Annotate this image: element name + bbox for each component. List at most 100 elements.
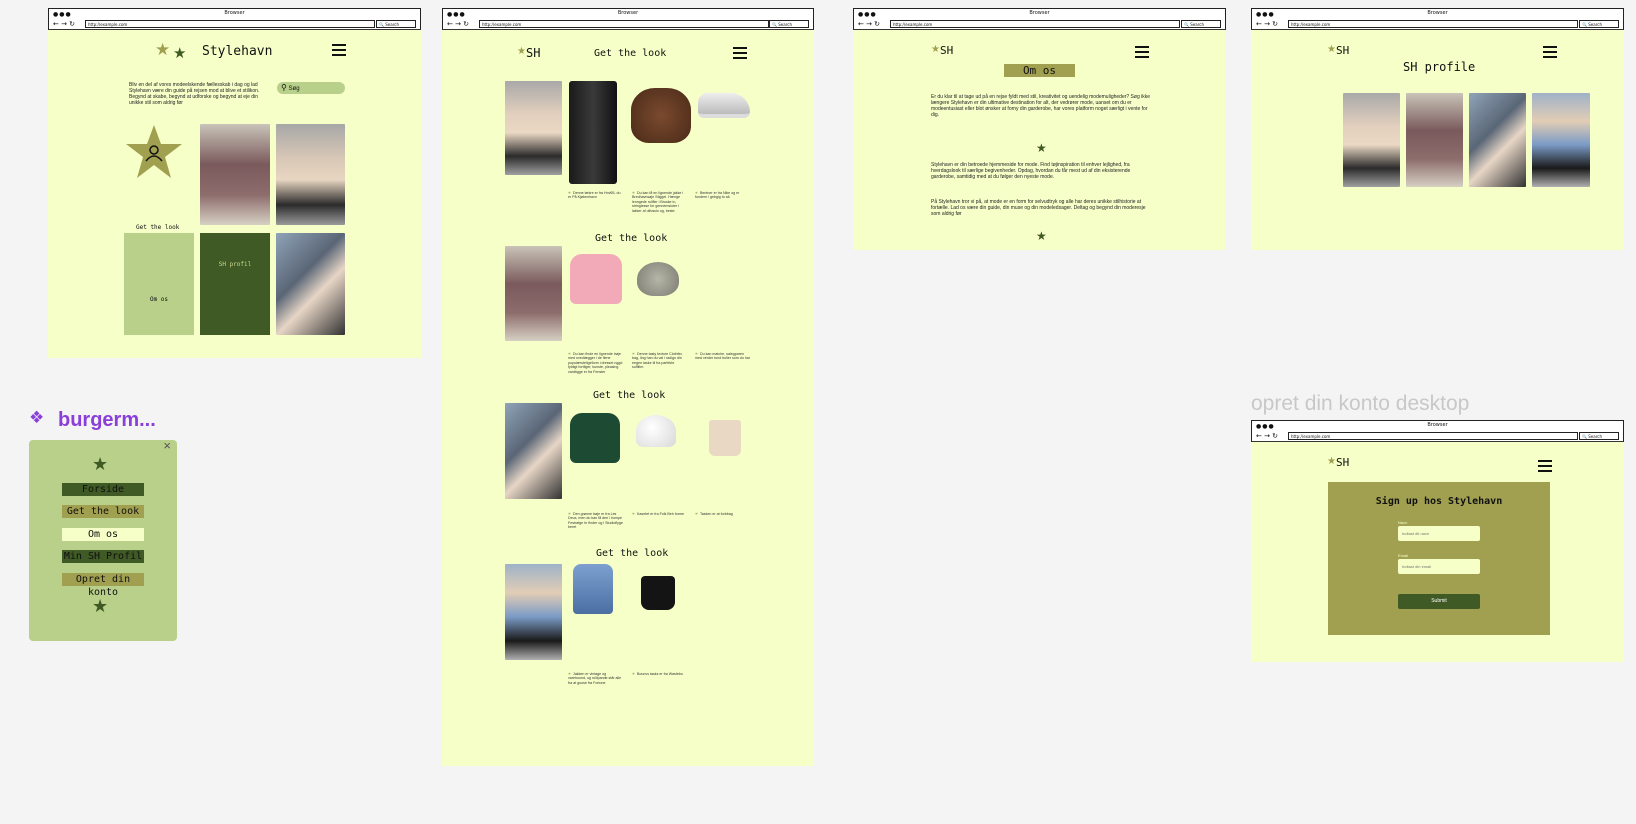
green-sweater-image[interactable] [570,413,620,463]
caption-text: Du kan matche, salegparen med verder ton… [695,352,750,361]
grey-bag-image[interactable] [637,262,679,296]
browser-chrome: ●●● Browser ← → ↻ http://example.com 🔍 S… [1251,420,1624,442]
browser-nav-icons[interactable]: ← → ↻ [1256,20,1278,28]
black-bag-image[interactable] [641,576,675,610]
profile-photo[interactable] [1469,93,1526,187]
look-photo[interactable] [505,81,562,175]
signup-card: Sign up hos Stylehavn Navn Email Submit [1328,482,1550,635]
browser-search[interactable]: 🔍 Search [1579,432,1619,440]
tile-om-os[interactable]: Om os [124,233,194,335]
browser-title: Browser [1427,10,1448,16]
url-bar[interactable]: http://example.com [890,20,1180,28]
look-photo[interactable] [505,564,562,660]
browser-search-label: Search [1190,22,1205,27]
star-avatar-icon[interactable] [124,123,184,181]
browser-search-label: Search [778,22,793,27]
caption: ✳ Jakken er vintage og varehound, og rull… [568,672,622,685]
caption-text: Du kan få en lignende jakke i Bredhavnsø… [632,191,684,213]
burger-menu-icon[interactable] [1135,46,1149,58]
browser-search[interactable]: 🔍 Search [769,20,809,28]
logo-star-icon: ★ [155,40,171,59]
profile-photo[interactable] [1406,93,1463,187]
menu-item-opret-din-konto[interactable]: Opret din konto [62,573,144,598]
tile-om-os-label: Om os [149,296,169,303]
browser-title: Browser [617,10,639,16]
section-heading: Get the look [595,233,668,244]
profile-photo[interactable] [1532,93,1590,187]
caption: ✳ Kasetet er fra Folk Beh forme [632,512,684,516]
frame-signup: ●●● Browser ← → ↻ http://example.com 🔍 S… [1251,420,1624,662]
burger-menu-icon[interactable] [1543,46,1557,58]
frame-om-os: ●●● Browser ← → ↻ http://example.com 🔍 S… [853,8,1226,250]
burger-menu-icon[interactable] [1538,460,1552,472]
browser-search[interactable]: 🔍 Search [376,20,416,28]
url-bar[interactable]: http://example.com [1288,432,1578,440]
frame-label: opret din konto desktop [1251,392,1470,415]
browser-nav-icons[interactable]: ← → ↻ [53,20,75,28]
email-input[interactable] [1398,559,1480,574]
url-bar[interactable]: http://example.com [479,20,769,28]
browser-chrome: ●●● Browser ← → ↻ http://example.com 🔍 S… [442,8,814,30]
menu-item-get-the-look[interactable]: Get the look [62,505,144,518]
section-heading: Get the look [593,390,666,401]
tote-bag-image[interactable] [709,420,741,456]
browser-chrome: ●●● Browser ← → ↻ http://example.com 🔍 S… [1251,8,1624,30]
caption: ✳ Denne lækre er fra Hm/65, du er På Kjøb… [568,191,621,200]
search-icon: ⚲ [281,83,287,92]
profile-photo[interactable] [1343,93,1400,187]
submit-button[interactable]: Submit [1398,594,1480,609]
section-heading: Get the look [596,548,669,559]
star-icon: ★ [92,454,109,474]
browser-title: Browser [1029,10,1050,16]
browser-nav-icons[interactable]: ← → ↻ [447,20,469,28]
logo-star-icon: ★ [1327,44,1336,55]
fur-jacket-image[interactable] [631,88,691,143]
url-bar[interactable]: http://example.com [1288,20,1578,28]
browser-nav-icons[interactable]: ← → ↻ [1256,432,1278,440]
caption: ✳ Den grønne trøje er fra Les Deux, men d… [568,512,623,530]
search-input[interactable]: ⚲ Søg [277,82,345,94]
browser-search-label: Search [1588,434,1603,439]
star-icon: ★ [92,596,109,616]
caption-text: Tasken er at forbbag [700,512,733,516]
outfit-photo[interactable] [276,233,345,335]
browser-title: Browser [1427,422,1448,428]
caption: ✳ Du kan få en lignende jakke i Bredhavns… [632,191,684,213]
look-photo[interactable] [505,246,562,341]
caption: ✳ Denne tasty texture Clothfer, bag, ling… [632,352,683,370]
menu-item-om-os[interactable]: Om os [62,528,144,541]
burger-menu-icon[interactable] [332,44,346,56]
caption-text: Kasetet er fra Folk Beh forme [637,512,684,516]
leather-pants-image[interactable] [569,81,617,184]
browser-search[interactable]: 🔍 Search [1181,20,1221,28]
brand-title: SH [1336,456,1350,469]
menu-item-min-sh-profil[interactable]: Min SH Profil [62,550,144,563]
sneaker-image[interactable] [698,93,750,118]
name-label: Navn [1398,520,1408,525]
caption-text: Denne lækre er fra Hm/65, du er På Kjøbe… [568,191,621,200]
browser-search[interactable]: 🔍 Search [1579,20,1619,28]
caption-text: Denne tasty texture Clothfer, bag, ling … [632,352,683,370]
about-paragraph: På Stylehavn tror vi på, at mode er en f… [931,199,1146,217]
denim-jacket-image[interactable] [573,564,613,614]
caption-text: Du kan finde en lignende trøje med ovedl… [568,352,623,374]
outfit-photo[interactable] [200,124,270,225]
brand-title: SH [940,44,954,57]
burger-menu-icon[interactable] [733,47,747,59]
name-input[interactable] [1398,526,1480,541]
browser-title: Browser [224,10,245,16]
page-title: SH profile [1403,60,1476,74]
logo-star-icon: ★ [517,46,526,57]
tile-sh-profil[interactable]: SH profil [200,233,270,335]
burger-menu-panel: × ★ Forside Get the look Om os Min SH Pr… [29,438,177,641]
pink-sweater-image[interactable] [570,254,622,304]
outfit-photo[interactable] [276,124,345,225]
cap-image[interactable] [636,415,676,447]
look-photo[interactable] [505,403,562,499]
close-icon[interactable]: × [163,438,171,453]
component-label[interactable]: burgerm... [58,409,156,432]
frame-home: ●●● Browser ← → ↻ http://example.com 🔍 S… [48,8,421,358]
menu-item-forside[interactable]: Forside [62,483,144,496]
browser-nav-icons[interactable]: ← → ↻ [858,20,880,28]
url-bar[interactable]: http://example.com [85,20,375,28]
